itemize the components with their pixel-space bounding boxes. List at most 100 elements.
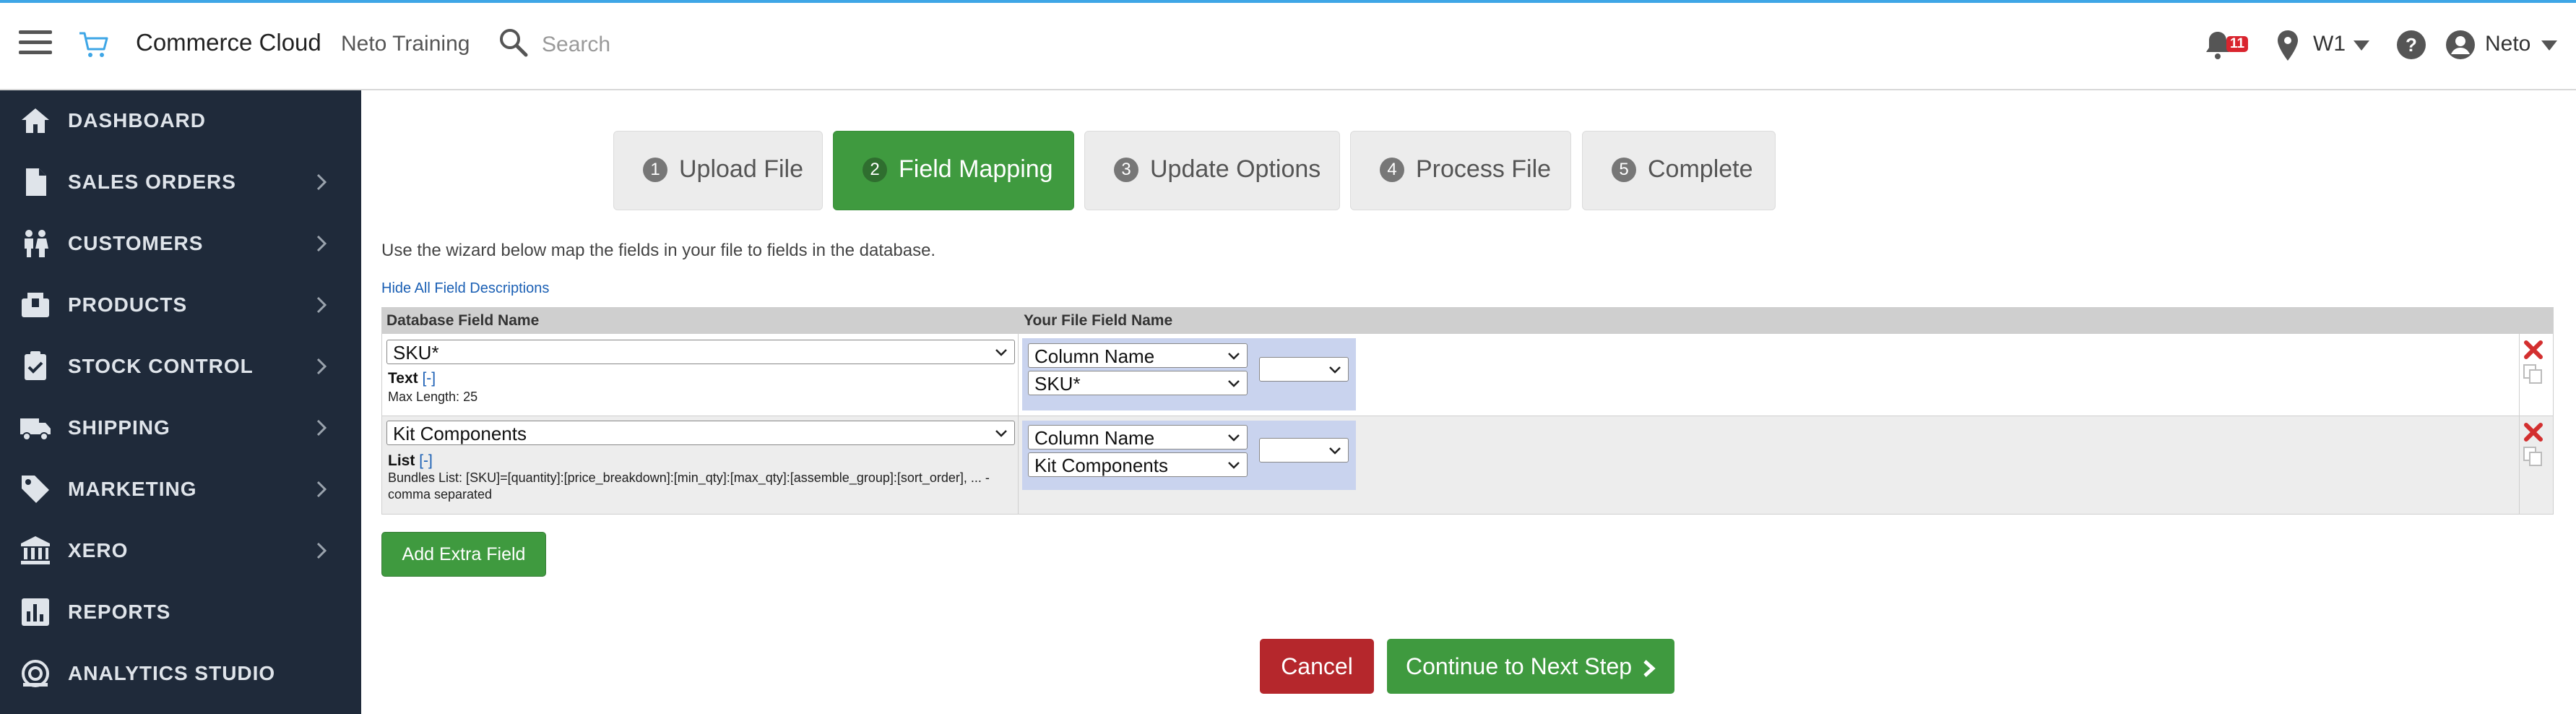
people-icon (25, 230, 48, 257)
field-mapping-table: Database Field Name Your File Field Name… (381, 307, 2554, 515)
chevron-down-icon (995, 430, 1007, 437)
sidebar-item-label: CUSTOMERS (68, 232, 204, 254)
step-label: Update Options (1150, 155, 1321, 183)
column-header-file-field: Your File Field Name (1024, 312, 1173, 329)
sidebar-item-label: DASHBOARD (68, 109, 206, 132)
chevron-right-icon (316, 542, 327, 559)
column-divider (1018, 416, 1019, 515)
chevron-right-icon (316, 481, 327, 498)
chevron-right-icon (316, 358, 327, 375)
user-name[interactable]: Neto (2485, 32, 2530, 56)
step-label: Complete (1648, 155, 1753, 183)
sidebar-item-sales-orders[interactable]: SALES ORDERS (0, 152, 361, 213)
tag-icon (22, 476, 49, 503)
wizard-step-complete[interactable]: 5 Complete (1582, 131, 1776, 210)
chevron-down-icon[interactable] (2541, 40, 2557, 51)
chevron-right-icon (1643, 659, 1656, 677)
selected-value: SKU* (393, 342, 439, 364)
extra-option-select[interactable] (1259, 438, 1349, 463)
copy-icon[interactable] (2522, 363, 2543, 384)
sidebar-item-label: SALES ORDERS (68, 171, 236, 193)
sidebar-item-products[interactable]: PRODUCTS (0, 275, 361, 336)
sidebar-item-shipping[interactable]: SHIPPING (0, 397, 361, 459)
chevron-down-icon (1228, 462, 1240, 469)
selected-value: SKU* (1034, 373, 1081, 395)
step-label: Process File (1416, 155, 1552, 183)
sidebar-item-label: SHIPPING (68, 416, 170, 439)
continue-next-step-button[interactable]: Continue to Next Step (1387, 639, 1674, 694)
description-toggle[interactable]: [-] (419, 452, 433, 469)
database-field-select[interactable]: SKU* (386, 340, 1015, 364)
clipboard-check-icon (25, 351, 46, 380)
step-number: 5 (1612, 158, 1636, 182)
search-input[interactable] (542, 27, 1120, 62)
hamburger-icon[interactable] (19, 30, 52, 59)
intro-text: Use the wizard below map the fields in y… (381, 241, 936, 260)
step-number: 1 (643, 158, 667, 182)
map-mode-select[interactable]: Column Name (1028, 425, 1248, 450)
table-row: SKU* Text [-] Max Length: 25 Column Name… (382, 334, 2553, 416)
table-header: Database Field Name Your File Field Name (382, 308, 2553, 334)
copy-icon[interactable] (2522, 445, 2543, 467)
step-label: Upload File (679, 155, 803, 183)
sidebar-item-dashboard[interactable]: DASHBOARD (0, 90, 361, 152)
wizard-step-update-options[interactable]: 3 Update Options (1084, 131, 1340, 210)
chevron-right-icon (316, 419, 327, 436)
chevron-down-icon (995, 349, 1007, 356)
main-content: 1 Upload File 2 Field Mapping 3 Update O… (361, 90, 2576, 714)
box-icon (22, 293, 49, 317)
sidebar-item-reports[interactable]: REPORTS (0, 582, 361, 643)
add-extra-field-button[interactable]: Add Extra Field (381, 532, 546, 577)
description-toggle[interactable]: [-] (422, 370, 436, 387)
field-type: List [-] (388, 452, 433, 470)
chevron-right-icon (316, 235, 327, 252)
wizard-step-upload-file[interactable]: 1 Upload File (613, 131, 823, 210)
top-bar: Commerce Cloud Neto Training 11 W1 ? Net… (0, 0, 2576, 90)
location-pin-icon[interactable] (2275, 29, 2300, 62)
selected-value: Kit Components (393, 423, 527, 444)
column-divider (1018, 334, 1019, 416)
sidebar-item-analytics-studio[interactable]: ANALYTICS STUDIO (0, 643, 361, 705)
search-icon[interactable] (497, 26, 529, 58)
chevron-down-icon (1228, 434, 1240, 442)
sidebar-item-xero[interactable]: XERO (0, 520, 361, 582)
app-title: Commerce Cloud (136, 29, 321, 56)
wizard-step-process-file[interactable]: 4 Process File (1350, 131, 1571, 210)
help-icon[interactable]: ? (2395, 29, 2427, 61)
chevron-right-icon (316, 173, 327, 191)
avatar-icon[interactable] (2445, 29, 2476, 61)
delete-row-icon[interactable] (2523, 422, 2543, 442)
step-number: 2 (863, 158, 887, 182)
wizard-step-field-mapping[interactable]: 2 Field Mapping (833, 131, 1074, 210)
column-divider (2519, 416, 2520, 515)
cancel-button[interactable]: Cancel (1260, 639, 1374, 694)
sidebar: DASHBOARD SALES ORDERS CUSTOMERS PRODUCT… (0, 90, 361, 714)
column-divider (2519, 334, 2520, 416)
file-field-select[interactable]: Kit Components (1028, 452, 1248, 477)
extra-option-select[interactable] (1259, 357, 1349, 382)
chevron-down-icon (1228, 353, 1240, 360)
sidebar-item-marketing[interactable]: MARKETING (0, 459, 361, 520)
location-selector[interactable]: W1 (2313, 32, 2346, 56)
database-field-select[interactable]: Kit Components (386, 421, 1015, 445)
field-description: Bundles List: [SKU]=[quantity]:[price_br… (388, 470, 990, 502)
sidebar-item-stock-control[interactable]: STOCK CONTROL (0, 336, 361, 397)
svg-text:?: ? (2406, 34, 2417, 56)
chevron-down-icon (1329, 447, 1341, 455)
hide-field-descriptions-link[interactable]: Hide All Field Descriptions (381, 280, 549, 297)
bar-chart-icon (22, 598, 49, 626)
cart-icon[interactable] (78, 30, 110, 59)
file-field-select[interactable]: SKU* (1028, 371, 1248, 395)
chevron-right-icon (316, 296, 327, 314)
step-label: Field Mapping (899, 155, 1053, 183)
map-mode-select[interactable]: Column Name (1028, 343, 1248, 368)
chevron-down-icon (1329, 366, 1341, 374)
chevron-down-icon[interactable] (2354, 40, 2369, 51)
sidebar-item-label: PRODUCTS (68, 293, 188, 316)
sidebar-item-customers[interactable]: CUSTOMERS (0, 213, 361, 275)
delete-row-icon[interactable] (2523, 340, 2543, 360)
notification-badge: 11 (2226, 36, 2249, 52)
field-type-label: List (388, 452, 415, 469)
truck-icon (20, 418, 51, 441)
step-number: 4 (1380, 158, 1404, 182)
